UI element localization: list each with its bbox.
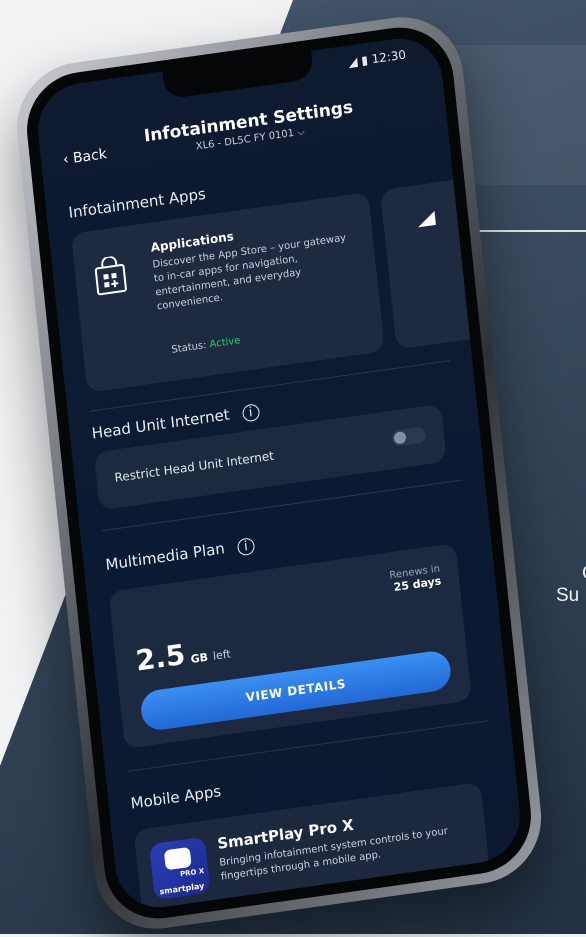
back-button[interactable]: ‹ Back — [62, 146, 107, 168]
status-value: Active — [209, 335, 241, 351]
smartplay-app-icon: PRO X smartplay — [149, 836, 211, 901]
data-suffix: left — [212, 647, 232, 663]
app-status: Status: Active — [171, 335, 241, 356]
battery-icon: ▮ — [360, 52, 369, 68]
icon-brand-label: smartplay — [159, 881, 205, 897]
multimedia-plan-title: Multimedia Plan — [104, 539, 226, 574]
chevron-down-icon: ⌵ — [296, 126, 306, 139]
status-bar: ◢ ▮ 12:30 — [348, 48, 407, 70]
section-title-multimedia-plan: Multimedia Plan i — [104, 535, 256, 575]
restrict-internet-label: Restrict Head Unit Internet — [113, 448, 275, 485]
data-remaining: 2.5 GB left — [134, 632, 232, 678]
section-title-mobile-apps: Mobile Apps — [129, 782, 222, 813]
status-label: Status: — [171, 339, 208, 356]
chevron-left-icon: ‹ — [62, 151, 70, 169]
side-caption-line1: C — [582, 563, 586, 585]
data-unit: GB — [190, 650, 209, 666]
phone-screen: ◢ ▮ 12:30 ‹ Back Infotainment Settings X… — [33, 32, 525, 914]
applications-card[interactable]: Applications Discover the App Store – yo… — [70, 192, 385, 393]
triangle-icon — [416, 210, 436, 228]
shopping-bag-icon — [94, 255, 127, 296]
renewal-info: Renews in 25 days — [389, 563, 442, 594]
title-group: Infotainment Settings XL6 - DL5C FY 0101… — [143, 97, 355, 159]
status-time: 12:30 — [370, 47, 407, 67]
phone-mockup: ◢ ▮ 12:30 ‹ Back Infotainment Settings X… — [10, 9, 548, 937]
signal-icon: ◢ — [347, 54, 359, 70]
side-caption: C Su — [556, 563, 586, 607]
side-caption-line2: Su — [556, 585, 580, 606]
gamepad-icon — [163, 846, 192, 871]
toggle-knob — [393, 431, 407, 445]
data-amount: 2.5 — [134, 637, 187, 678]
info-icon[interactable]: i — [236, 537, 256, 557]
icon-pro-label: PRO X — [179, 867, 205, 879]
section-title-infotainment-apps: Infotainment Apps — [67, 184, 207, 222]
back-label: Back — [72, 146, 108, 167]
restrict-internet-toggle[interactable] — [391, 426, 427, 447]
header: ‹ Back Infotainment Settings XL6 - DL5C … — [39, 85, 449, 192]
info-icon[interactable]: i — [241, 403, 261, 423]
multimedia-plan-card: Renews in 25 days 2.5 GB left VIEW DETAI… — [108, 543, 472, 749]
